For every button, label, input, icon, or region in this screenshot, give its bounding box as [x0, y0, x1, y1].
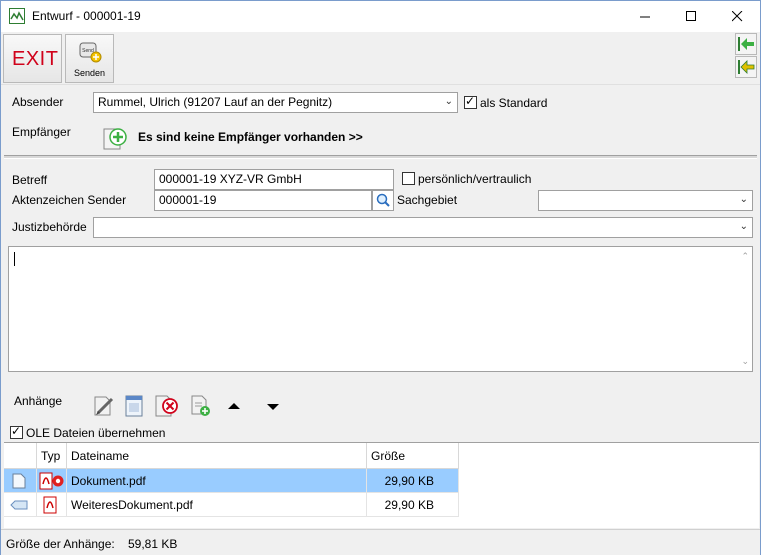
search-icon [376, 193, 390, 207]
delete-attachment-icon[interactable] [154, 394, 180, 418]
absender-label: Absender [12, 95, 64, 109]
row-name-cell: WeiteresDokument.pdf [67, 493, 367, 517]
chevron-down-icon: ⌄ [444, 96, 453, 107]
absender-value: Rummel, Ulrich (91207 Lauf an der Pegnit… [98, 95, 333, 109]
row-type-cell [37, 493, 67, 517]
close-button[interactable] [714, 1, 760, 32]
vertraulich-checkbox[interactable] [402, 172, 415, 185]
section-divider [4, 155, 757, 159]
status-label: Größe der Anhänge: [6, 537, 115, 551]
justiz-label: Justizbehörde [12, 220, 87, 234]
als-standard-checkbox[interactable] [464, 94, 477, 109]
aktenzeichen-input[interactable]: 000001-19 [154, 190, 372, 211]
arrow-left-green-icon [738, 37, 754, 51]
als-standard-label: als Standard [480, 96, 548, 110]
betreff-label: Betreff [12, 173, 48, 187]
nav-back-yellow-button[interactable] [735, 56, 757, 78]
move-up-icon[interactable] [227, 401, 241, 411]
chevron-down-icon: ⌄ [739, 194, 748, 205]
scroll-up-icon[interactable]: ⌃ [741, 251, 749, 262]
column-header-name[interactable]: Dateiname [67, 443, 367, 469]
vertraulich-label: persönlich/vertraulich [418, 172, 532, 186]
table-row[interactable]: WeiteresDokument.pdf 29,90 KB [4, 493, 459, 517]
title-bar: Entwurf - 000001-19 [1, 1, 760, 32]
row-status-cell [4, 469, 37, 493]
absender-combo[interactable]: Rummel, Ulrich (91207 Lauf an der Pegnit… [93, 92, 458, 113]
empfaenger-link[interactable]: Es sind keine Empfänger vorhanden >> [138, 130, 363, 144]
attachments-table: Typ Dateiname Größe Dokument.pdf 29,90 K… [4, 443, 459, 521]
arrow-left-yellow-icon [738, 60, 755, 74]
message-textarea[interactable]: ⌃ ⌄ [8, 246, 753, 372]
send-button[interactable]: Send Senden [65, 34, 114, 83]
ole-label: OLE Dateien übernehmen [26, 426, 166, 440]
sachgebiet-combo[interactable]: ⌄ [538, 190, 753, 211]
send-label: Senden [73, 68, 106, 78]
minimize-button[interactable] [622, 1, 668, 32]
nav-back-button[interactable] [735, 33, 757, 55]
document-status-icon [12, 473, 26, 489]
betreff-input[interactable]: 000001-19 XYZ-VR GmbH [154, 169, 394, 190]
column-header-size[interactable]: Größe [367, 443, 459, 469]
aktenzeichen-search-button[interactable] [372, 190, 394, 211]
maximize-icon [685, 11, 696, 21]
ole-checkbox[interactable] [10, 424, 23, 439]
status-value: 59,81 KB [128, 537, 178, 551]
attachments-label: Anhänge [14, 394, 63, 408]
move-down-icon[interactable] [266, 402, 280, 412]
edit-attachment-icon[interactable] [92, 394, 116, 418]
aktenzeichen-label: Aktenzeichen Sender [12, 193, 127, 207]
exit-button[interactable]: EXIT [3, 34, 62, 83]
row-name-cell: Dokument.pdf [67, 469, 367, 493]
text-caret [14, 252, 15, 266]
empfaenger-label: Empfänger [12, 125, 71, 139]
document-icon[interactable] [122, 394, 146, 418]
close-icon [731, 11, 742, 22]
column-header-status [4, 443, 37, 469]
aktenzeichen-value: 000001-19 [159, 193, 217, 207]
row-size-cell: 29,90 KB [367, 469, 459, 493]
row-size-cell: 29,90 KB [367, 493, 459, 517]
add-recipient-icon[interactable] [102, 125, 128, 151]
betreff-value: 000001-19 XYZ-VR GmbH [159, 172, 302, 186]
main-window: Entwurf - 000001-19 EXIT Send Senden Abs… [0, 0, 761, 555]
row-type-cell [37, 469, 67, 493]
attachments-grid: Typ Dateiname Größe Dokument.pdf 29,90 K… [4, 442, 759, 528]
minimize-icon [639, 16, 650, 18]
maximize-button[interactable] [668, 1, 714, 32]
attachment-link-icon [10, 500, 28, 510]
scroll-down-icon[interactable]: ⌄ [741, 356, 749, 367]
justiz-combo[interactable]: ⌄ [93, 217, 753, 238]
chevron-down-icon: ⌄ [739, 221, 748, 232]
pdf-icon [43, 496, 57, 514]
status-bar: Größe der Anhänge: 59,81 KB [1, 529, 760, 555]
pdf-icon [39, 472, 64, 490]
window-title: Entwurf - 000001-19 [32, 9, 141, 23]
column-header-type[interactable]: Typ [37, 443, 67, 469]
exit-label: EXIT [12, 48, 59, 70]
table-row[interactable]: Dokument.pdf 29,90 KB [4, 469, 459, 493]
add-attachment-icon[interactable] [189, 394, 213, 418]
row-status-cell [4, 493, 37, 517]
app-icon [9, 8, 25, 24]
toolbar: EXIT Send Senden [1, 32, 760, 85]
send-mail-icon: Send [79, 42, 102, 63]
sachgebiet-label: Sachgebiet [397, 193, 458, 207]
